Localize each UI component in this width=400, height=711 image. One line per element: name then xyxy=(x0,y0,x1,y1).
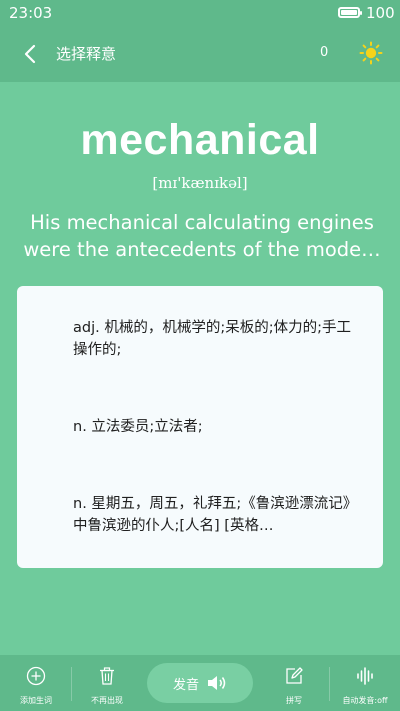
auto-voice-label: 自动发音:off xyxy=(342,696,388,705)
auto-voice-toggle[interactable]: 自动发音:off xyxy=(336,655,394,711)
option-2[interactable]: n. 立法委员;立法者; xyxy=(73,416,353,438)
add-circle-icon xyxy=(26,666,46,686)
add-word-label: 添加生词 xyxy=(20,696,52,705)
status-bar: 23:03 100 xyxy=(0,0,400,26)
example-sentence: His mechanical calculating engines were … xyxy=(23,211,381,261)
page-title: 选择释意 xyxy=(56,45,117,63)
option-1[interactable]: adj. 机械的，机械学的;呆板的;体力的;手工操作的; xyxy=(73,317,353,361)
sound-wave-icon xyxy=(357,667,373,685)
speaker-icon xyxy=(208,676,226,690)
divider xyxy=(71,667,72,701)
status-time: 23:03 xyxy=(9,4,53,22)
phonetic: [mɪ'kænɪkəl] xyxy=(152,174,248,192)
add-word-button[interactable]: 添加生词 xyxy=(8,655,64,711)
divider xyxy=(329,667,330,701)
options-card: adj. 机械的，机械学的;呆板的;体力的;手工操作的; n. 立法委员;立法者… xyxy=(17,286,383,568)
spell-button[interactable]: 拼写 xyxy=(266,655,322,711)
count-badge: 0 xyxy=(320,45,329,60)
word-heading: mechanical xyxy=(80,116,320,164)
voice-button[interactable]: 发音 xyxy=(147,663,253,703)
back-icon[interactable] xyxy=(20,43,42,65)
battery-icon xyxy=(338,7,362,18)
battery-level: 100 xyxy=(366,4,395,22)
spell-label: 拼写 xyxy=(286,696,302,705)
bottom-toolbar: 添加生词 不再出现 发音 拼写 自动发音:off xyxy=(0,655,400,711)
edit-icon xyxy=(286,667,303,684)
voice-label: 发音 xyxy=(173,678,200,693)
header: 选择释意 0 xyxy=(0,26,400,82)
sun-icon[interactable] xyxy=(359,41,383,65)
never-show-label: 不再出现 xyxy=(91,696,123,705)
never-show-button[interactable]: 不再出现 xyxy=(79,655,135,711)
option-3[interactable]: n. 星期五，周五，礼拜五;《鲁滨逊漂流记》中鲁滨逊的仆人;[人名] [英格… xyxy=(73,493,353,537)
trash-icon xyxy=(100,667,114,685)
